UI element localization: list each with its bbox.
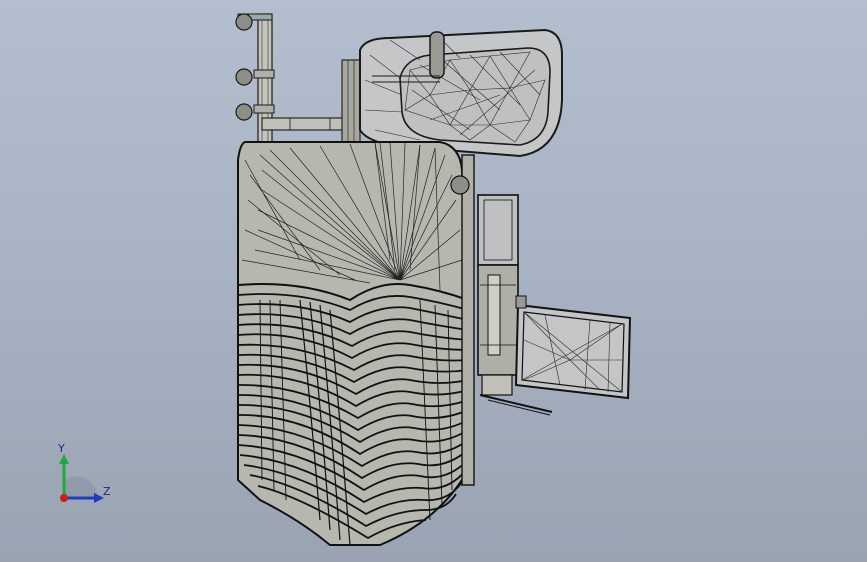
knob-icon <box>235 68 253 86</box>
z-axis-label: Z <box>103 485 111 498</box>
upper-housing <box>359 28 563 158</box>
side-panel <box>514 295 632 400</box>
orientation-triad: Y Z <box>40 440 120 510</box>
main-body <box>237 141 469 546</box>
y-axis-label: Y <box>58 442 65 455</box>
knob-icon <box>235 13 253 31</box>
top-pole-assembly <box>235 13 361 143</box>
knob-icon <box>235 103 253 121</box>
wireframe-model[interactable] <box>0 0 867 562</box>
cad-3d-viewport[interactable]: Y Z <box>0 0 867 562</box>
axis-triad-icon <box>59 454 104 503</box>
